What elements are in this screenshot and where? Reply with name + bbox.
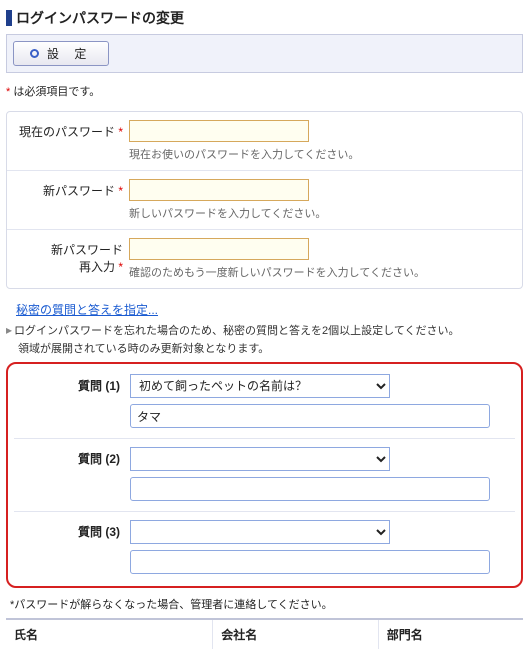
row-confirm-password: 新パスワード 再入力 * 確認のためもう一度新しいパスワードを入力してください。	[7, 230, 522, 288]
label-current-password: 現在のパスワード *	[17, 120, 129, 140]
submit-button[interactable]: 設 定	[13, 41, 109, 66]
th-name: 氏名	[6, 619, 213, 649]
row-current-password: 現在のパスワード * 現在お使いのパスワードを入力してください。	[7, 112, 522, 171]
table-header-row: 氏名 会社名 部門名	[6, 619, 523, 649]
page-title: ログインパスワードの変更	[16, 8, 184, 28]
title-accent-bar	[6, 10, 12, 26]
secret-questions-link[interactable]: 秘密の質問と答えを指定...	[16, 303, 158, 317]
footnote: *パスワードが解らなくなった場合、管理者に連絡してください。	[10, 596, 519, 612]
secret-info-row: ▸ ログインパスワードを忘れた場合のため、秘密の質問と答えを2個以上設定してくだ…	[6, 322, 523, 338]
row-new-password: 新パスワード * 新しいパスワードを入力してください。	[7, 171, 522, 230]
question-2-answer-input[interactable]	[130, 477, 490, 501]
question-3-label: 質問 (3)	[18, 520, 130, 540]
questions-panel: 質問 (1) 初めて飼ったペットの名前は？ 質問 (2) 質問 (3)	[6, 362, 523, 588]
submit-button-label: 設 定	[47, 45, 92, 62]
required-note: * は必須項目です。	[6, 83, 523, 99]
bottom-table: 氏名 会社名 部門名	[6, 618, 523, 649]
question-row-3: 質問 (3)	[14, 512, 515, 584]
password-panel: 現在のパスワード * 現在お使いのパスワードを入力してください。 新パスワード …	[6, 111, 523, 289]
question-1-answer-input[interactable]	[130, 404, 490, 428]
question-2-label: 質問 (2)	[18, 447, 130, 467]
submit-icon	[30, 49, 39, 58]
current-password-input[interactable]	[129, 120, 309, 142]
secret-sub-text: 領域が展開されている時のみ更新対象となります。	[18, 340, 523, 356]
label-new-password: 新パスワード *	[17, 179, 129, 199]
th-dept: 部門名	[378, 619, 523, 649]
new-password-input[interactable]	[129, 179, 309, 201]
secret-info-text: ログインパスワードを忘れた場合のため、秘密の質問と答えを2個以上設定してください…	[14, 322, 459, 338]
question-1-select[interactable]: 初めて飼ったペットの名前は？	[130, 374, 390, 398]
chevron-right-icon: ▸	[6, 323, 12, 337]
hint-confirm-password: 確認のためもう一度新しいパスワードを入力してください。	[129, 264, 512, 280]
question-2-select[interactable]	[130, 447, 390, 471]
hint-new-password: 新しいパスワードを入力してください。	[129, 205, 512, 221]
th-company: 会社名	[213, 619, 378, 649]
question-row-2: 質問 (2)	[14, 439, 515, 512]
secret-questions-header: 秘密の質問と答えを指定...	[6, 301, 523, 318]
title-row: ログインパスワードの変更	[6, 8, 523, 28]
label-confirm-password: 新パスワード 再入力 *	[17, 238, 129, 275]
question-row-1: 質問 (1) 初めて飼ったペットの名前は？	[14, 366, 515, 439]
toolbar-panel: 設 定	[6, 34, 523, 73]
required-asterisk: *	[6, 86, 10, 98]
question-3-answer-input[interactable]	[130, 550, 490, 574]
hint-current-password: 現在お使いのパスワードを入力してください。	[129, 146, 512, 162]
required-note-text: は必須項目です。	[13, 86, 100, 98]
confirm-password-input[interactable]	[129, 238, 309, 260]
question-3-select[interactable]	[130, 520, 390, 544]
question-1-label: 質問 (1)	[18, 374, 130, 394]
